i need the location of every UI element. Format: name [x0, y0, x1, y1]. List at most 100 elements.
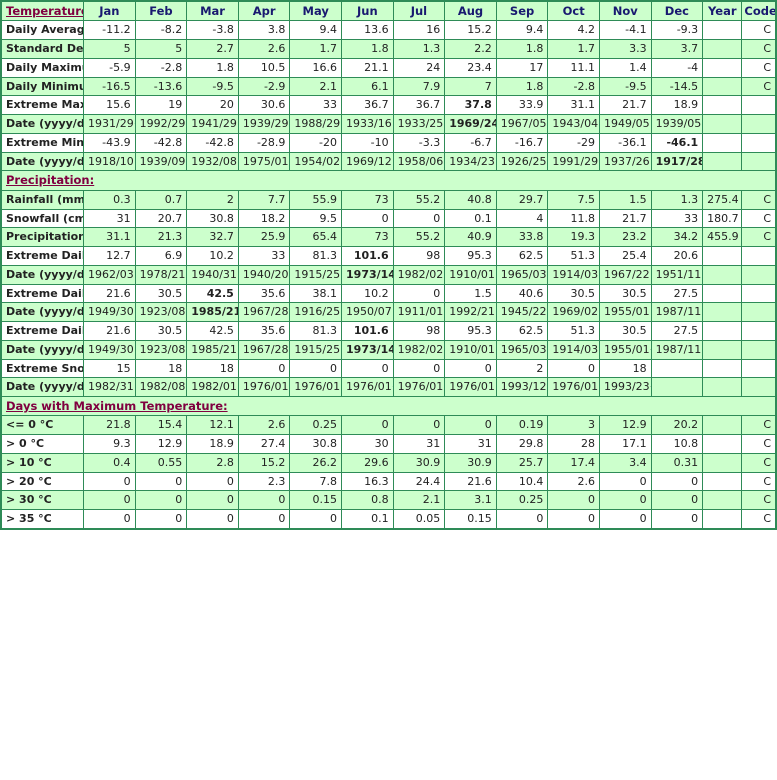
cell-jan: 0: [83, 490, 136, 511]
cell-jul: 0.05: [392, 509, 446, 530]
cell-year: [702, 415, 743, 436]
cell-jan: 0: [83, 509, 136, 530]
cell-jun: 36.7: [341, 95, 394, 116]
cell-year: [702, 434, 743, 454]
cell-code: [741, 377, 777, 397]
cell-jun: 1.8: [341, 39, 394, 59]
row-label-0-c: <= 0 °C: [0, 415, 85, 436]
cell-code: [741, 321, 777, 341]
cell-jun: 0: [341, 415, 394, 436]
cell-dec: 34.2: [650, 227, 704, 247]
cell-jan: -16.5: [83, 76, 136, 97]
cell-jun: 1976/01+: [341, 377, 394, 397]
table-row: Extreme Daily Rainfall (mm)12.76.910.233…: [0, 246, 777, 266]
cell-jun: 16.3: [341, 471, 394, 492]
cell-jul: 1958/06: [392, 151, 446, 172]
cell-mar: 42.5: [186, 321, 239, 341]
cell-jan: 1949/30: [83, 302, 136, 322]
cell-code: [741, 283, 777, 304]
cell-jan: 15.6: [83, 95, 136, 116]
row-label-20-c: > 20 °C: [0, 471, 85, 492]
cell-jun: 0: [341, 208, 394, 229]
cell-code: C: [741, 434, 777, 454]
cell-jan: -11.2: [83, 20, 136, 41]
cell-nov: 1.5: [598, 189, 652, 210]
cell-oct: 1.7: [547, 39, 600, 59]
cell-aug: 40.8: [444, 189, 497, 210]
cell-feb: 0: [134, 490, 188, 511]
cell-aug: 1.5: [444, 283, 497, 304]
cell-jan: 21.8: [83, 415, 136, 436]
cell-jan: 21.6: [83, 283, 136, 304]
cell-oct: -2.8: [547, 76, 600, 97]
cell-mar: 30.8: [186, 208, 239, 229]
cell-year: [702, 39, 743, 59]
cell-code: [741, 358, 777, 379]
cell-jul: 1982/02: [392, 264, 446, 285]
cell-year: [702, 490, 743, 511]
cell-may: 65.4: [289, 227, 343, 247]
cell-may: 16.6: [289, 57, 343, 78]
table-row: Extreme Minimum (°C)-43.9-42.8-42.8-28.9…: [0, 132, 777, 153]
table-row: Extreme Daily Snowfall (cm)21.630.542.53…: [0, 283, 777, 304]
cell-may: 1915/25: [289, 264, 343, 285]
cell-feb: 1923/08: [134, 339, 188, 360]
cell-oct: 1969/02: [547, 302, 600, 322]
cell-apr: 25.9: [237, 227, 291, 247]
cell-apr: 2.3: [237, 471, 291, 492]
cell-dec: -14.5: [650, 76, 704, 97]
cell-aug: 0: [444, 415, 497, 436]
column-header-aug: Aug: [444, 0, 497, 22]
table-row: Precipitation (mm)31.121.332.725.965.473…: [0, 227, 777, 247]
row-label-snowfall-cm: Snowfall (cm): [0, 208, 85, 229]
cell-may: 81.3: [289, 321, 343, 341]
cell-oct: 3: [547, 415, 600, 436]
cell-aug: 3.1: [444, 490, 497, 511]
cell-oct: 30.5: [547, 283, 600, 304]
cell-jul: 1982/02: [392, 339, 446, 360]
cell-mar: -3.8: [186, 20, 239, 41]
cell-apr: 35.6: [237, 283, 291, 304]
cell-code: [741, 246, 777, 266]
cell-jul: 1911/01+: [392, 302, 446, 322]
cell-dec: 1987/11: [650, 302, 704, 322]
cell-apr: 18.2: [237, 208, 291, 229]
column-header-jan: Jan: [83, 0, 136, 22]
cell-year: [702, 246, 743, 266]
cell-year: [702, 95, 743, 116]
cell-jan: 5: [83, 39, 136, 59]
cell-may: 1988/29: [289, 114, 343, 134]
cell-nov: 21.7: [598, 208, 652, 229]
cell-year: [702, 471, 743, 492]
table-row: > 0 °C 9.3 12.9 18.9 27.4 30.8 30 31 31 29.8 28 17.…: [0, 434, 777, 454]
cell-jul: 1976/01+: [392, 377, 446, 397]
cell-apr: 1939/29: [237, 114, 291, 134]
cell-nov: 1949/05: [598, 114, 652, 134]
cell-apr: 30.6: [237, 95, 291, 116]
cell-code: C: [741, 452, 777, 473]
cell-apr: 35.6: [237, 321, 291, 341]
cell-feb: 30.5: [134, 283, 188, 304]
cell-aug: 1976/01+: [444, 377, 497, 397]
cell-apr: 1976/01+: [237, 377, 291, 397]
cell-jul: 1.3: [392, 39, 446, 59]
cell-mar: 2.8: [186, 452, 239, 473]
cell-jun: 30: [341, 434, 394, 454]
cell-oct: -29: [547, 132, 600, 153]
cell-may: 33: [289, 95, 343, 116]
cell-mar: 20: [186, 95, 239, 116]
cell-jun: 101.6: [341, 321, 394, 341]
cell-dec: -4: [650, 57, 704, 78]
cell-jul: 31: [392, 434, 446, 454]
table-row: Extreme Daily Precipitation (mm)21.630.5…: [0, 321, 777, 341]
cell-nov: 21.7: [598, 95, 652, 116]
row-label-daily-average-c: Daily Average (°C): [0, 20, 85, 41]
cell-may: 30.8: [289, 434, 343, 454]
cell-dec: 20.2: [650, 415, 704, 436]
cell-feb: 20.7: [134, 208, 188, 229]
cell-code: C: [741, 20, 777, 41]
cell-may: 26.2: [289, 452, 343, 473]
table-row: Date (yyyy/dd)1931/29+1992/291941/291939…: [0, 114, 777, 134]
cell-sep: 62.5: [495, 321, 549, 341]
column-header-dec: Dec: [650, 0, 704, 22]
